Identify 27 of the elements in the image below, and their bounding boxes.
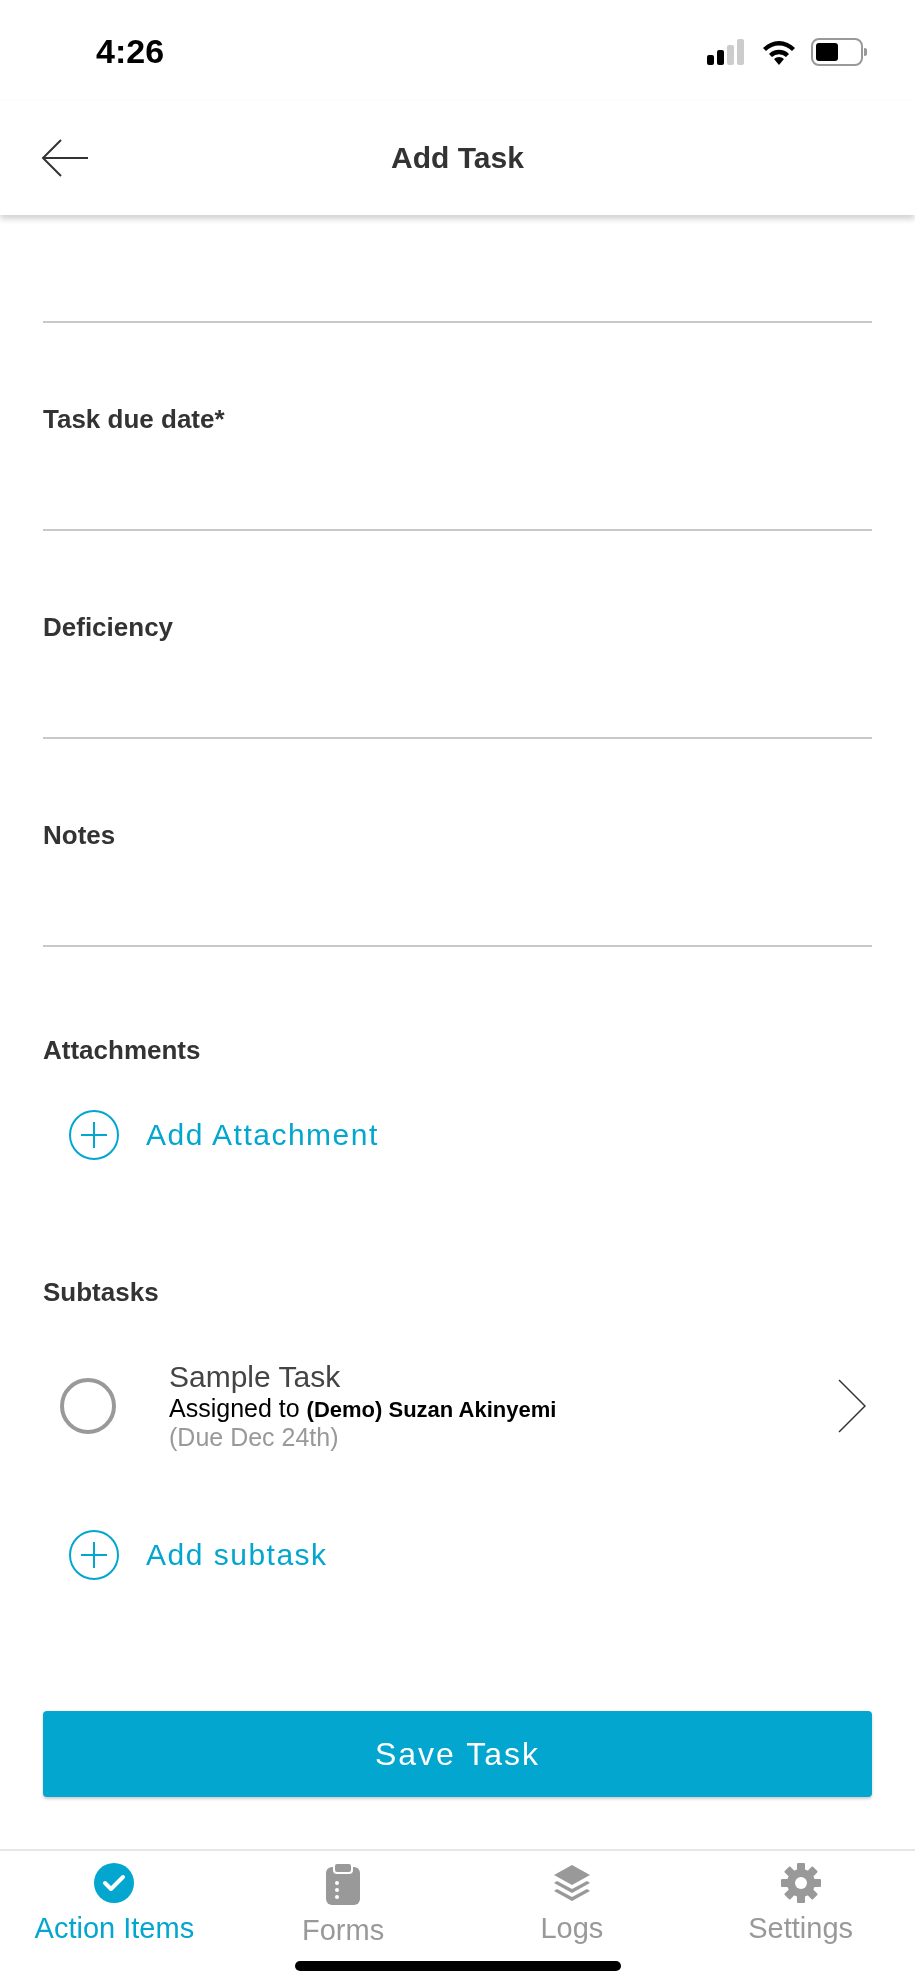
subtask-assignee: Assigned to (Demo) Suzan Akinyemi [169, 1394, 558, 1423]
back-button[interactable] [40, 138, 90, 178]
wifi-icon [761, 39, 797, 65]
subtask-title: Sample Task [169, 1360, 342, 1394]
add-subtask-button[interactable]: Add subtask [68, 1529, 328, 1581]
add-circle-icon [68, 1529, 120, 1581]
add-circle-icon [68, 1109, 120, 1161]
add-attachment-button[interactable]: Add Attachment [68, 1109, 379, 1161]
page-title: Add Task [390, 141, 525, 175]
save-task-button[interactable]: Save Task [43, 1711, 872, 1797]
battery-icon [811, 38, 867, 66]
field-label: Task due date* [43, 404, 226, 435]
subtask-due-date: (Due Dec 24th) [169, 1423, 340, 1452]
signal-icon [707, 39, 747, 65]
tab-bar-item[interactable]: Settings [686, 1851, 915, 1979]
check-circle-icon [94, 1863, 135, 1903]
status-time: 4:26 [96, 32, 165, 71]
tab-bar-item[interactable]: Action Items [0, 1851, 229, 1979]
checkbox-circle[interactable] [59, 1377, 117, 1435]
section-label: Subtasks [43, 1277, 160, 1308]
field-label: Notes [43, 820, 117, 851]
field-label: Deficiency [43, 612, 175, 643]
clipboard-icon [326, 1863, 361, 1905]
section-label: Attachments [43, 1035, 202, 1066]
tab-bar-item[interactable]: Logs [457, 1851, 687, 1979]
settings-icon [780, 1863, 821, 1903]
chevron-right-icon[interactable] [838, 1379, 866, 1433]
